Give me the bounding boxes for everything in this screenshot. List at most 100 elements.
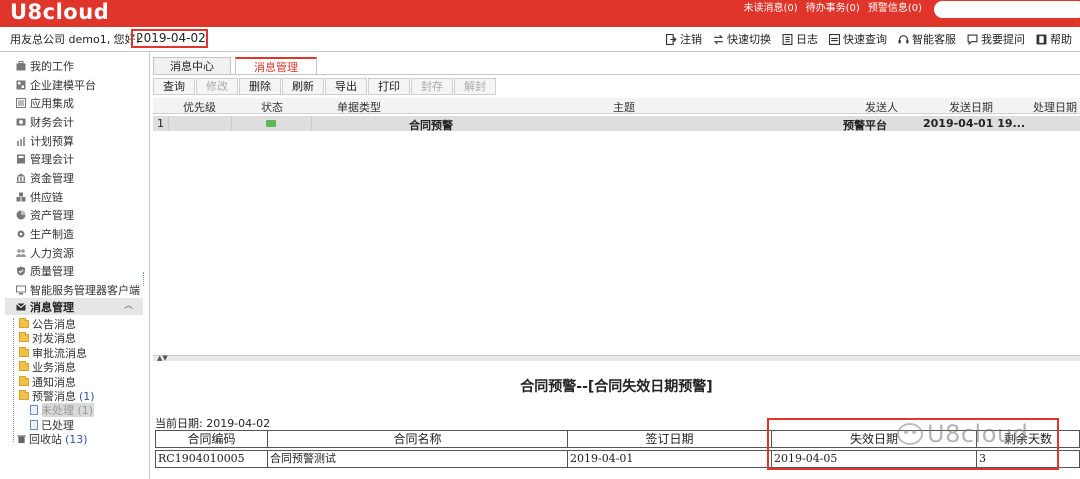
quick-query-button[interactable]: 快速查询 [829,31,887,47]
wechat-icon [897,423,923,445]
login-date: 2019-04-02 [131,29,208,48]
splitter-arrows-icon[interactable]: ▲▼ [157,354,168,362]
column-header-process-date[interactable]: 处理日期 [1033,99,1077,115]
action-toolbar: 查询 修改 删除 刷新 导出 打印 封存 解封 [153,78,497,95]
tree-item-warning[interactable]: 预警消息 (1) [19,389,95,403]
tree-item-recycle-bin[interactable]: 回收站 (13) [17,432,88,446]
table-row[interactable]: 1 合同预警 预警平台 2019-04-01 19... [153,116,1080,132]
unread-messages-link[interactable]: 未读消息(0) [743,0,797,27]
smart-service-button[interactable]: 智能客服 [898,31,956,47]
column-header-subject[interactable]: 主题 [613,99,635,115]
tab-message-management[interactable]: 消息管理 [235,57,317,75]
folder-open-icon [19,390,29,400]
refresh-button[interactable]: 刷新 [282,78,324,95]
sidebar-item-label: 我的工作 [30,60,74,73]
search-input[interactable] [934,1,1080,18]
contract-col-sign-date: 签订日期 [567,430,772,448]
bank-icon [16,173,26,183]
pie-icon [16,210,26,220]
switch-icon [713,34,724,44]
smart-service-label: 智能客服 [912,33,956,46]
folder-icon [19,318,29,328]
column-header-doc-type[interactable]: 单据类型 [337,99,381,115]
tree-item-label: 业务消息 [32,361,76,374]
column-header-sender[interactable]: 发送人 [865,99,898,115]
tree-item-approval[interactable]: 审批流消息 [19,346,87,360]
contract-col-name: 合同名称 [267,430,568,448]
edit-button[interactable]: 修改 [196,78,238,95]
help-icon [1036,34,1047,44]
panel-splitter[interactable] [153,355,1080,361]
row-subject: 合同预警 [409,119,453,132]
question-icon [967,34,978,45]
briefcase-icon [16,61,26,71]
calculator-icon [17,154,25,164]
sidebar-item-modeling[interactable]: 企业建模平台 [16,76,96,94]
envelope-icon [16,303,26,311]
column-header-priority[interactable]: 优先级 [183,99,216,115]
contract-sign-date: 2019-04-01 [567,450,772,468]
sidebar-item-mgmt-accounting[interactable]: 管理会计 [16,150,74,168]
todo-link[interactable]: 待办事务(0) [806,0,860,27]
help-button[interactable]: 帮助 [1036,31,1072,47]
log-label: 日志 [796,33,818,46]
tree-item-announcement[interactable]: 公告消息 [19,317,76,331]
quick-switch-label: 快速切换 [727,33,771,46]
sidebar-item-finance[interactable]: 财务会计 [16,113,74,131]
top-bar: U8cloud 未读消息(0) 待办事务(0) 预警信息(0) [0,0,1080,27]
query-button[interactable]: 查询 [153,78,195,95]
folder-icon [19,376,29,386]
tab-message-center[interactable]: 消息中心 [153,57,231,75]
export-button[interactable]: 导出 [325,78,367,95]
warning-info-link[interactable]: 预警信息(0) [868,0,922,27]
sidebar-item-label: 消息管理 [30,301,74,314]
sidebar-item-manufacturing[interactable]: 生产制造 [16,225,74,243]
sidebar-item-smart-service-client[interactable]: 智能服务管理器客户端 [16,281,140,299]
folder-icon [19,361,29,371]
current-date: 当前日期: 2019-04-02 [155,415,270,431]
quick-switch-button[interactable]: 快速切换 [713,31,771,47]
cell-separator [231,116,232,131]
watermark-text: U8cloud [927,420,1029,448]
sidebar-splitter-handle[interactable] [143,272,147,286]
tree-item-notification[interactable]: 通知消息 [19,375,76,389]
folder-icon [19,332,29,342]
delete-button[interactable]: 删除 [239,78,281,95]
logout-button[interactable]: 注销 [666,31,702,47]
sidebar-item-integration[interactable]: 应用集成 [16,94,74,112]
tree-item-unprocessed[interactable]: 未处理 (1) [30,403,93,417]
boxes-icon [16,192,26,202]
archive-button[interactable]: 封存 [411,78,453,95]
log-button[interactable]: 日志 [782,31,818,47]
sidebar-item-hr[interactable]: 人力资源 [16,244,74,262]
folder-icon [19,347,29,357]
tree-item-processed[interactable]: 已处理 [30,418,74,432]
sidebar-item-budget[interactable]: 计划预算 [16,132,74,150]
query-icon [829,33,840,45]
bar-chart-icon [17,137,25,146]
sidebar-item-my-work[interactable]: 我的工作 [16,57,74,75]
list-icon [16,98,26,108]
sidebar-item-message-mgmt[interactable]: 消息管理 [16,299,74,315]
monitor-icon [16,285,26,295]
sidebar-item-supply-chain[interactable]: 供应链 [16,188,63,206]
unarchive-button[interactable]: 解封 [454,78,496,95]
log-icon [782,33,793,45]
sidebar-item-label: 应用集成 [30,97,74,110]
sidebar-item-funds[interactable]: 资金管理 [16,169,74,187]
detail-title: 合同预警--[合同失效日期预警] [520,379,713,395]
column-header-status[interactable]: 状态 [261,99,283,115]
sidebar-item-label: 企业建模平台 [30,79,96,92]
top-notification-links: 未读消息(0) 待办事务(0) 预警信息(0) [743,0,922,27]
tree-item-business[interactable]: 业务消息 [19,360,76,374]
column-header-send-date[interactable]: 发送日期 [949,99,993,115]
sidebar-item-quality[interactable]: 质量管理 [16,262,74,280]
tree-item-sent[interactable]: 对发消息 [19,331,76,345]
sidebar-item-assets[interactable]: 资产管理 [16,206,74,224]
user-greeting: 用友总公司 demo1, 您好! [10,33,141,46]
ask-question-button[interactable]: 我要提问 [967,31,1025,47]
tree-line [13,318,14,442]
chevron-up-icon[interactable]: ︿ [124,298,133,311]
print-button[interactable]: 打印 [368,78,410,95]
contract-col-code: 合同编码 [155,430,268,448]
